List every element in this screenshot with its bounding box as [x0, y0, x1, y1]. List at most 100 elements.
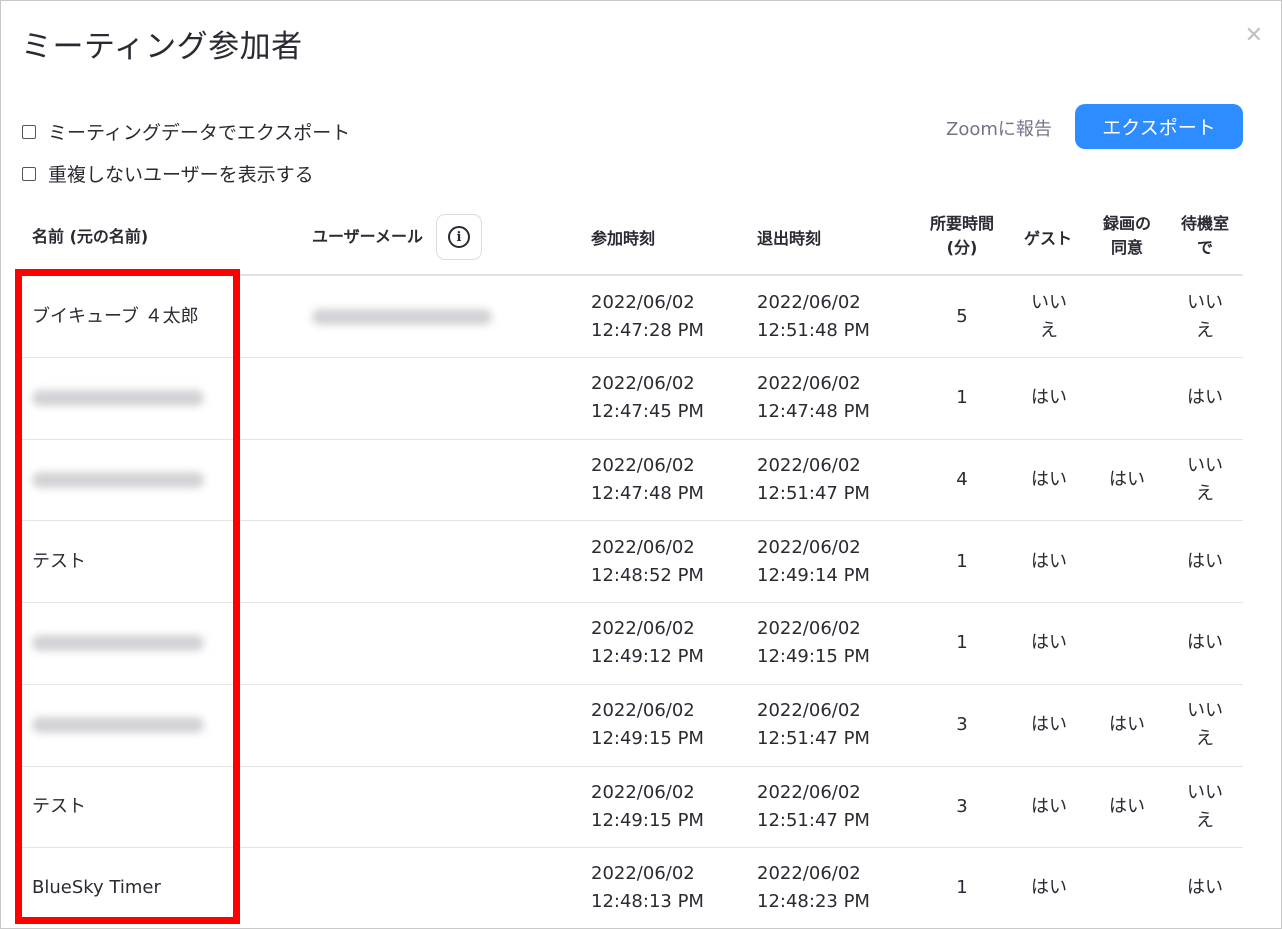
guest-cell: はい [1017, 358, 1081, 439]
waiting-room-cell: はい [1173, 358, 1237, 439]
header-duration-line1: 所要時間 [929, 214, 994, 233]
join-date: 2022/06/02 [591, 863, 695, 885]
email-cell [312, 358, 572, 439]
show-unique-users-option[interactable]: 重複しないユーザーを表示する [22, 160, 314, 187]
email-cell [312, 439, 572, 520]
email-cell [312, 848, 572, 928]
recording-consent-cell [1095, 848, 1159, 928]
join-date: 2022/06/02 [591, 536, 695, 558]
join-time-cell: 2022/06/02 12:47:28 PM [591, 276, 741, 357]
leave-date: 2022/06/02 [757, 781, 861, 803]
duration-cell: 3 [956, 714, 968, 735]
leave-date: 2022/06/02 [757, 536, 861, 558]
recording-consent-cell: はい [1109, 714, 1145, 735]
email-cell [312, 276, 572, 357]
leave-time: 12:48:23 PM [757, 891, 870, 913]
leave-time-cell: 2022/06/02 12:51:47 PM [757, 766, 907, 847]
join-time-cell: 2022/06/02 12:49:15 PM [591, 685, 741, 766]
join-time-cell: 2022/06/02 12:48:52 PM [591, 521, 741, 602]
guest-cell: はい [1017, 848, 1081, 928]
join-time: 12:48:52 PM [591, 564, 704, 586]
dialog-title: ミーティング参加者 [21, 29, 303, 65]
name-cell [32, 685, 232, 766]
duration-cell: 1 [956, 550, 968, 572]
email-cell [312, 685, 572, 766]
waiting-room-cell: いいえ [1173, 439, 1237, 520]
export-with-meeting-data-option[interactable]: ミーティングデータでエクスポート [22, 118, 350, 145]
waiting-value-cont: え [1196, 319, 1214, 341]
waiting-value: はい [1187, 387, 1223, 409]
close-icon[interactable]: ✕ [1245, 25, 1263, 47]
waiting-value-cont: え [1196, 809, 1214, 831]
duration-cell: 3 [956, 795, 968, 817]
recording-consent-cell [1095, 521, 1159, 602]
header-join-time: 参加時刻 [591, 229, 656, 248]
table-row: BlueSky Timer 2022/06/02 12:48:13 PM 2022/0… [21, 848, 1243, 928]
redacted-name [32, 717, 204, 733]
participant-name: BlueSky Timer [32, 877, 161, 899]
info-icon[interactable]: i [436, 214, 482, 260]
guest-value-cont: え [1040, 319, 1058, 341]
leave-time-cell: 2022/06/02 12:49:14 PM [757, 521, 907, 602]
waiting-room-cell: はい [1173, 603, 1237, 684]
duration-cell: 1 [956, 632, 968, 654]
join-date: 2022/06/02 [591, 700, 695, 721]
participant-name: テスト [32, 795, 86, 817]
report-to-zoom-link[interactable]: Zoomに報告 [946, 115, 1052, 141]
join-time-cell: 2022/06/02 12:48:13 PM [591, 848, 741, 928]
show-unique-users-checkbox[interactable] [22, 166, 36, 181]
guest-cell: はい [1017, 439, 1081, 520]
header-recording-line2: 同意 [1110, 238, 1143, 257]
guest-cell: はい [1017, 603, 1081, 684]
header-waiting-room: 待機室 で [1173, 212, 1237, 260]
waiting-value: いい [1187, 700, 1223, 721]
join-time: 12:49:15 PM [591, 809, 704, 831]
leave-time-cell: 2022/06/02 12:48:23 PM [757, 848, 907, 928]
leave-time-cell: 2022/06/02 12:51:48 PM [757, 276, 907, 357]
export-with-meeting-data-label: ミーティングデータでエクスポート [48, 122, 351, 144]
leave-date: 2022/06/02 [757, 863, 861, 885]
email-cell [312, 766, 572, 847]
email-cell [312, 521, 572, 602]
waiting-room-cell: はい [1173, 848, 1237, 928]
waiting-value: はい [1187, 877, 1223, 899]
name-cell [32, 603, 232, 684]
leave-time: 12:49:15 PM [757, 646, 870, 668]
guest-cell: いいえ [1017, 276, 1081, 357]
header-waiting-line1: 待機室 [1180, 214, 1229, 233]
export-button[interactable]: エクスポート [1075, 104, 1243, 149]
name-cell: テスト [32, 766, 232, 847]
guest-value: はい [1031, 468, 1067, 490]
participant-name: テスト [32, 550, 86, 572]
waiting-value-cont: え [1196, 728, 1214, 749]
leave-time-cell: 2022/06/02 12:51:47 PM [757, 685, 907, 766]
join-date: 2022/06/02 [591, 781, 695, 803]
header-duration: 所要時間 (分) [921, 212, 1003, 260]
join-date: 2022/06/02 [591, 454, 695, 476]
join-time: 12:47:45 PM [591, 401, 704, 423]
name-cell [32, 439, 232, 520]
table-row: ブイキューブ ４太郎 2022/06/02 12:47:28 PM 2022/06/0… [21, 276, 1243, 358]
leave-date: 2022/06/02 [757, 454, 861, 476]
join-time: 12:49:12 PM [591, 646, 704, 668]
header-email: ユーザーメール [312, 227, 424, 246]
redacted-email [312, 308, 492, 325]
leave-date: 2022/06/02 [757, 373, 861, 395]
header-recording-line1: 録画の [1102, 214, 1151, 233]
table-row: 2022/06/02 12:47:45 PM 2022/06/02 12:47:48 … [21, 358, 1243, 440]
join-time: 12:47:48 PM [591, 482, 704, 504]
join-date: 2022/06/02 [591, 618, 695, 640]
export-with-meeting-data-checkbox[interactable] [22, 124, 36, 139]
recording-consent-cell: はい [1109, 795, 1145, 817]
table-row: 2022/06/02 12:49:15 PM 2022/06/02 12:51:47 … [21, 685, 1243, 767]
join-date: 2022/06/02 [591, 291, 695, 313]
name-cell [32, 358, 232, 439]
leave-date: 2022/06/02 [757, 291, 861, 313]
waiting-value: いい [1187, 781, 1223, 803]
guest-value: はい [1031, 877, 1067, 899]
waiting-room-cell: いいえ [1173, 766, 1237, 847]
guest-value: はい [1031, 795, 1067, 817]
duration-cell: 1 [956, 877, 968, 899]
redacted-name [32, 635, 204, 652]
join-date: 2022/06/02 [591, 373, 695, 395]
